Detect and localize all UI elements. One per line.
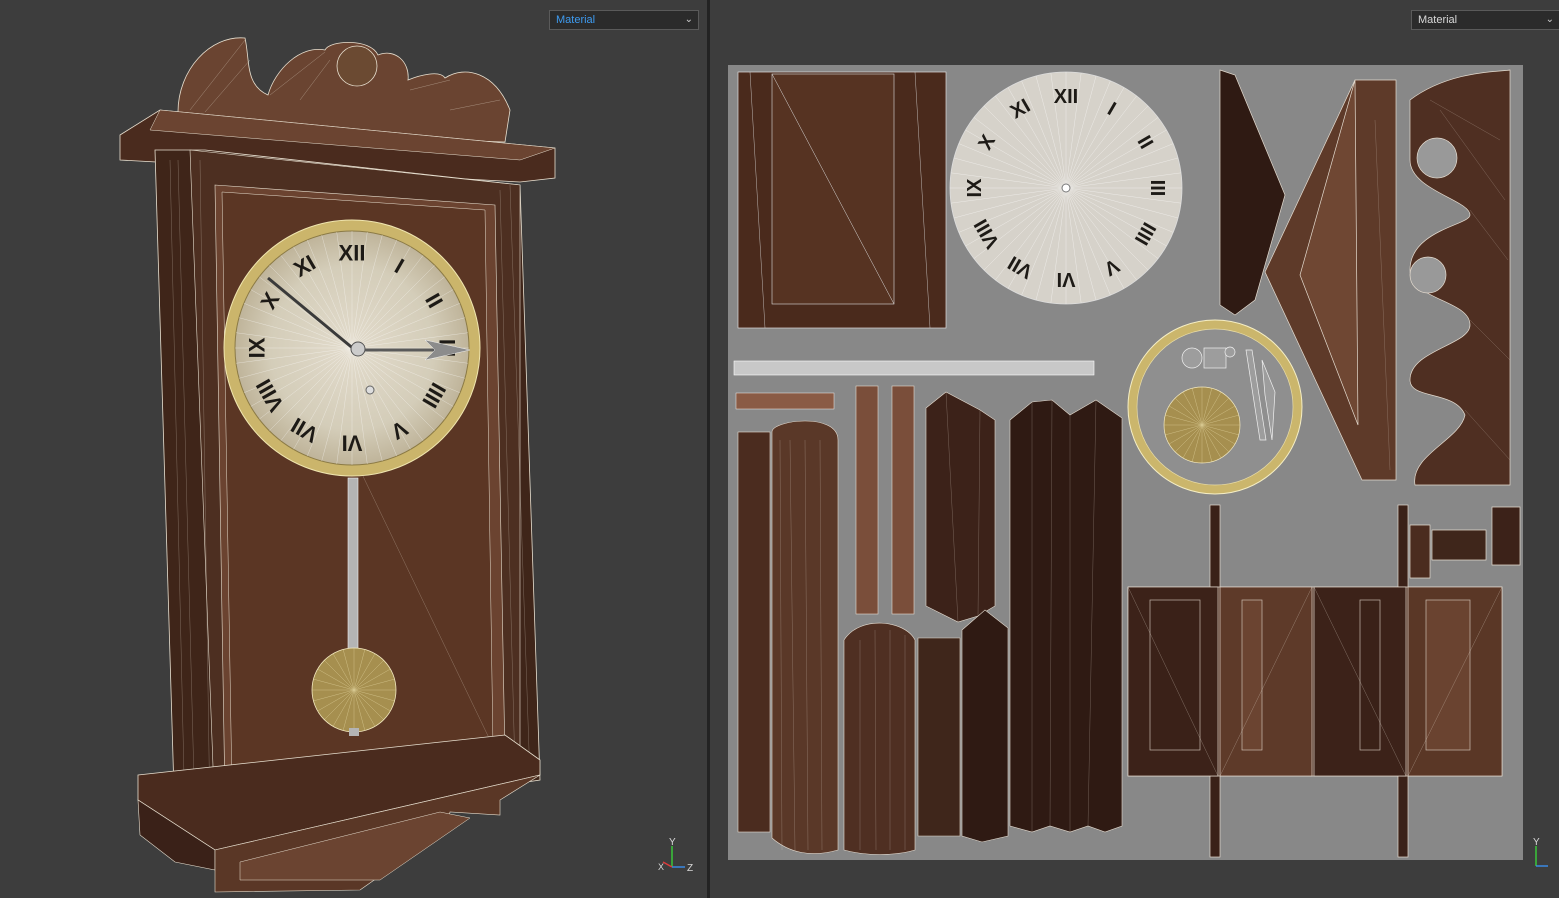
chevron-down-icon: ⌄	[684, 14, 693, 25]
uv-material-dropdown-label: Material	[1418, 14, 1458, 26]
axis-label-x: X	[658, 862, 664, 872]
chevron-down-icon: ⌄	[1545, 14, 1554, 25]
dial-numeral: VI	[1057, 268, 1076, 290]
pendulum-rod	[347, 477, 359, 654]
clock-model-render: XIIIIIIIIIIIIVVIVIIVIIIIXXXI Y X Z	[119, 37, 693, 893]
dial-numeral: III	[1146, 180, 1168, 197]
material-dropdown-label: Material	[556, 14, 596, 26]
uv-material-dropdown[interactable]: Material ⌄	[1411, 10, 1559, 30]
uv-layout-render: XIIIIIIIIIIIIVVIVIIVIIIIXXXI Y	[728, 65, 1548, 867]
material-dropdown[interactable]: Material ⌄	[549, 10, 699, 30]
axis-label-z: Z	[687, 863, 693, 874]
perspective-viewport[interactable]: XIIIIIIIIIIIIVVIVIIVIIIIXXXI Y X Z Mater…	[0, 0, 707, 898]
axis-gizmo-icon: Y	[1533, 837, 1548, 867]
axis-gizmo-icon: Y X Z	[658, 837, 693, 874]
dial-numeral: VI	[342, 430, 363, 455]
uv-trim-strip	[733, 360, 1095, 376]
crest-medallion	[336, 45, 378, 87]
dial-numeral: XII	[339, 241, 366, 266]
uv-editor-viewport[interactable]: XIIIIIIIIIIIIVVIVIIVIIIIXXXI	[710, 0, 1559, 898]
axis-label-y: Y	[669, 837, 676, 848]
dial-numeral: IX	[964, 178, 986, 198]
dial-numeral: IX	[245, 337, 270, 358]
uv-axis-label-y: Y	[1533, 837, 1540, 848]
dial-numeral: XII	[1054, 86, 1078, 108]
